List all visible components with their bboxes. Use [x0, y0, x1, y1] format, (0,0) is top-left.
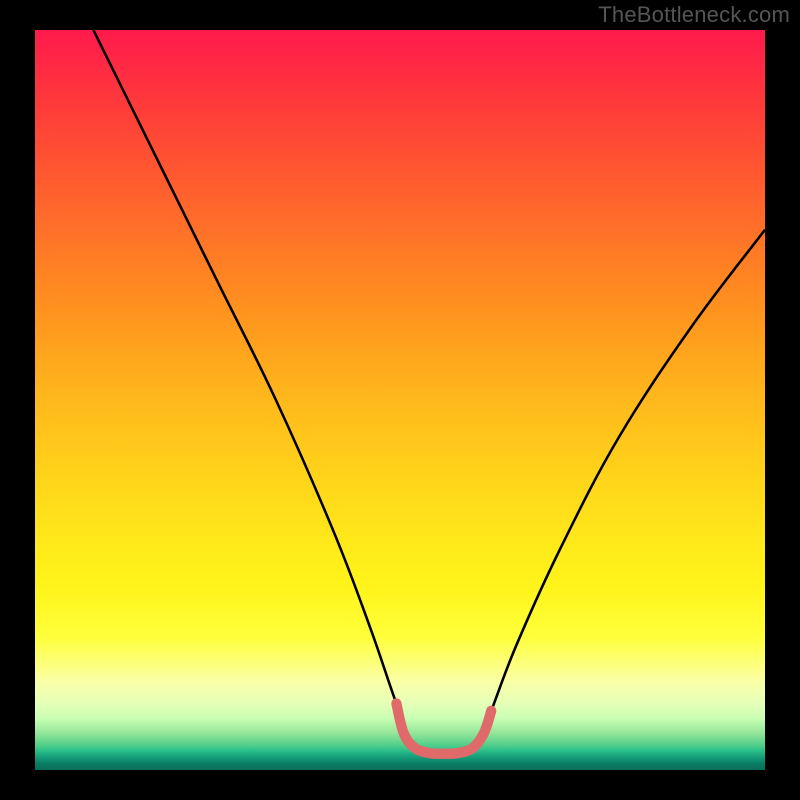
plot-area: [35, 30, 765, 770]
curve-svg: [35, 30, 765, 770]
chart-frame: TheBottleneck.com: [0, 0, 800, 800]
bottleneck-curve: [93, 30, 765, 756]
optimal-band-marker: [396, 703, 491, 753]
watermark-text: TheBottleneck.com: [598, 2, 790, 28]
